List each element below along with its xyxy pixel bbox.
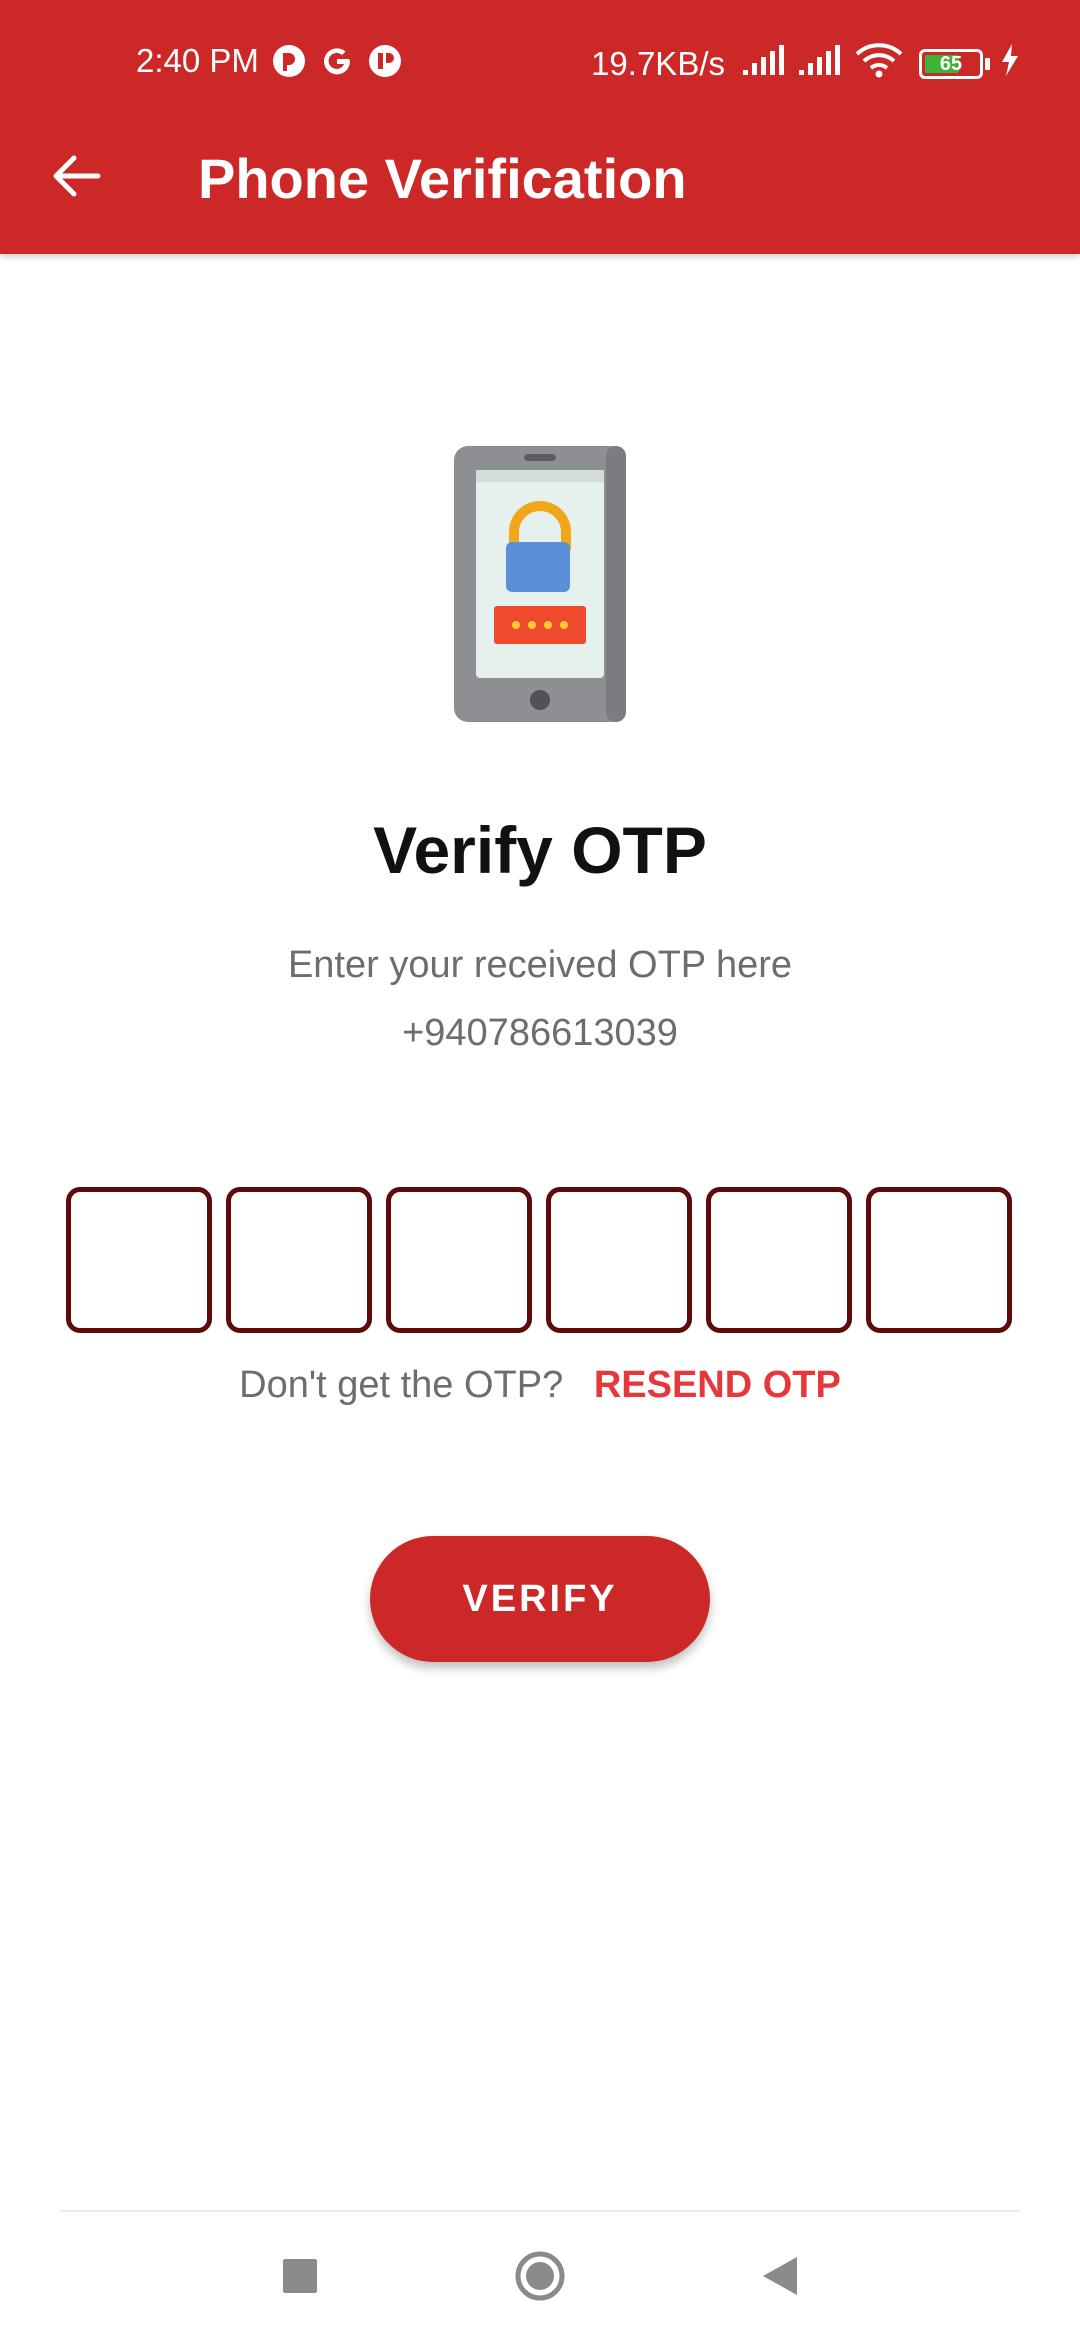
battery-cap — [985, 58, 990, 70]
recents-button[interactable] — [240, 2212, 360, 2340]
google-icon — [319, 43, 355, 79]
otp-digit-5[interactable] — [706, 1187, 852, 1333]
signal-icon — [743, 44, 789, 84]
back-button[interactable] — [40, 140, 112, 212]
resend-question: Don't get the OTP? — [239, 1364, 564, 1406]
app-bar: 2:40 PM 19.7KB/s 65 Phone Verification — [0, 0, 1080, 254]
resend-otp-link[interactable]: RESEND OTP — [594, 1364, 841, 1406]
otp-digit-2[interactable] — [226, 1187, 372, 1333]
status-right: 19.7KB/s 65 — [591, 42, 1020, 86]
otp-digit-6[interactable] — [866, 1187, 1012, 1333]
battery-icon: 65 — [919, 49, 983, 79]
phone-number: +940786613039 — [402, 1012, 678, 1054]
network-speed: 19.7KB/s — [591, 45, 725, 82]
home-button[interactable] — [480, 2212, 600, 2340]
resend-row: Don't get the OTP? RESEND OTP — [0, 1364, 1080, 1407]
arrow-back-icon — [53, 155, 101, 197]
page-title: Phone Verification — [198, 147, 687, 210]
phone-lock-icon — [454, 446, 626, 722]
charging-icon — [1000, 44, 1020, 84]
otp-input-row — [66, 1187, 1014, 1335]
verify-heading: Verify OTP — [373, 813, 707, 887]
system-nav-bar — [0, 2212, 1080, 2340]
back-nav-button[interactable] — [720, 2212, 840, 2340]
back-triangle-icon — [763, 2257, 797, 2295]
status-time: 2:40 PM — [136, 42, 259, 79]
notification-app-icon-2 — [367, 43, 403, 79]
wifi-icon — [855, 42, 903, 86]
status-left: 2:40 PM — [136, 42, 403, 80]
verify-button[interactable]: VERIFY — [370, 1536, 710, 1662]
otp-digit-3[interactable] — [386, 1187, 532, 1333]
battery-level: 65 — [939, 53, 963, 75]
status-bar: 2:40 PM 19.7KB/s 65 — [0, 0, 1080, 126]
otp-digit-1[interactable] — [66, 1187, 212, 1333]
otp-digit-4[interactable] — [546, 1187, 692, 1333]
signal-icon-2 — [799, 44, 845, 84]
recents-square-icon — [283, 2259, 317, 2293]
home-circle-icon — [515, 2251, 565, 2301]
otp-instruction: Enter your received OTP here — [287, 944, 793, 986]
notification-app-icon — [271, 43, 307, 79]
